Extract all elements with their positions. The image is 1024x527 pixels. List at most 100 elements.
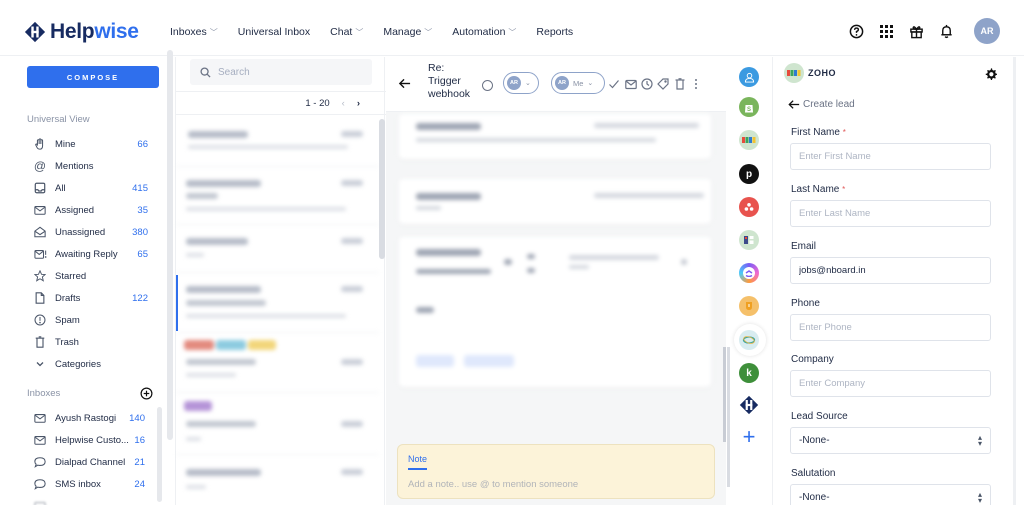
right-panel-scrollbar[interactable]: [1013, 57, 1016, 505]
sidebar-item-awaiting-reply[interactable]: Awaiting Reply 65: [33, 245, 148, 263]
sidebar-item-trash[interactable]: Trash: [33, 333, 148, 351]
sidebar-item-assigned[interactable]: Assigned 35: [33, 201, 148, 219]
contacts-app-icon[interactable]: [739, 67, 759, 87]
inbox-item-dialpad-channel[interactable]: Dialpad Channel 21: [33, 453, 145, 471]
nav-automation-label: Automation: [452, 26, 506, 38]
field-label-text: Lead Source: [791, 411, 848, 422]
nav-automation[interactable]: Automation ﹀: [452, 26, 516, 38]
sidebar-item-all[interactable]: All 415: [33, 179, 148, 197]
bell-icon[interactable]: [938, 23, 954, 39]
field-label-text: Company: [791, 354, 834, 365]
inbox-item-count: 24: [134, 478, 145, 490]
back-to-create-lead[interactable]: Create lead: [788, 99, 855, 110]
inbox-item-ayush-rastogi[interactable]: Ayush Rastogi 140: [33, 409, 145, 427]
conversation-subject: Re: Trigger webhook: [428, 62, 488, 101]
envelope-icon[interactable]: [625, 78, 637, 90]
conversation-item[interactable]: [176, 455, 379, 505]
status-toggle[interactable]: [482, 80, 493, 91]
helpwise-app-icon[interactable]: [739, 395, 759, 415]
compose-button[interactable]: COMPOSE: [27, 66, 159, 88]
nav-chat[interactable]: Chat ﹀: [330, 26, 363, 38]
nav-manage[interactable]: Manage ﹀: [383, 26, 432, 38]
nav-inboxes[interactable]: Inboxes ﹀: [170, 26, 218, 38]
salutation-select[interactable]: -None- ▴ ▾: [790, 484, 991, 505]
sidebar-item-spam[interactable]: Spam: [33, 311, 148, 329]
grid-app-icon[interactable]: [739, 230, 759, 250]
zoho-app-icon[interactable]: [739, 130, 759, 150]
sidebar-item-mine[interactable]: Mine 66: [33, 135, 148, 153]
gift-icon[interactable]: [908, 23, 924, 39]
clock-icon[interactable]: [641, 78, 653, 90]
sidebar-item-drafts[interactable]: Drafts 122: [33, 289, 148, 307]
sidebar-item-starred[interactable]: Starred: [33, 267, 148, 285]
gear-icon[interactable]: [985, 67, 997, 80]
chevron-down-icon: [33, 357, 47, 371]
orange-app-icon[interactable]: [739, 296, 759, 316]
first-name-input[interactable]: [790, 143, 991, 170]
next-page-button[interactable]: ›: [357, 98, 360, 109]
conversation-list-scrollbar[interactable]: [379, 119, 385, 259]
keap-app-icon[interactable]: k: [739, 363, 759, 383]
prev-page-button[interactable]: ‹: [342, 98, 345, 109]
message-card[interactable]: [399, 179, 711, 224]
envelope-icon: [33, 433, 47, 447]
user-avatar[interactable]: AR: [974, 18, 1000, 44]
sidebar-item-mentions[interactable]: @ Mentions: [33, 157, 148, 175]
chat-bubble-icon: [33, 455, 47, 469]
conversation-item[interactable]: [176, 167, 379, 225]
company-input[interactable]: [790, 370, 991, 397]
last-name-label: Last Name *: [791, 184, 845, 195]
helpwise-logo[interactable]: Helpwise: [24, 20, 139, 44]
shopify-app-icon[interactable]: S: [739, 97, 759, 117]
help-icon[interactable]: [848, 23, 864, 39]
inboxes-scrollbar[interactable]: [157, 407, 162, 502]
conversation-item[interactable]: [176, 225, 379, 273]
inbox-item-helpwise-customer[interactable]: Helpwise Custo... 16: [33, 431, 145, 449]
conversation-item[interactable]: [176, 393, 379, 455]
search-box[interactable]: [190, 59, 372, 85]
nav-universal-inbox[interactable]: Universal Inbox: [238, 26, 310, 38]
zoho-title: ZOHO: [808, 68, 836, 78]
note-tab[interactable]: Note: [408, 454, 428, 470]
rail-scrollbar[interactable]: [727, 347, 730, 487]
message-scrollbar[interactable]: [723, 347, 726, 442]
tag-icon[interactable]: [657, 78, 669, 90]
pipedrive-app-icon[interactable]: p: [739, 164, 759, 184]
owner-label: Me: [573, 78, 584, 88]
note-input[interactable]: [408, 479, 698, 490]
ring-app-icon[interactable]: [739, 330, 759, 350]
sidebar-item-label: All: [55, 182, 66, 194]
field-label-text: Phone: [791, 298, 820, 309]
trash-icon[interactable]: [674, 78, 686, 90]
apps-grid-icon[interactable]: [878, 23, 894, 39]
conversation-item[interactable]: [176, 117, 379, 167]
back-arrow-icon[interactable]: [398, 77, 412, 91]
sidebar-scrollbar[interactable]: [167, 50, 173, 440]
message-card-expanded[interactable]: [399, 237, 711, 387]
conversation-item[interactable]: [176, 333, 379, 393]
inbox-item-sms-inbox[interactable]: SMS inbox 24: [33, 475, 145, 493]
sidebar-item-unassigned[interactable]: Unassigned 380: [33, 223, 148, 241]
add-integration-icon[interactable]: +: [739, 424, 759, 449]
last-name-input[interactable]: [790, 200, 991, 227]
clickup-app-icon[interactable]: [739, 263, 759, 283]
check-icon[interactable]: [608, 78, 620, 90]
search-input[interactable]: [218, 66, 358, 78]
inbox-tray-icon: [33, 181, 47, 195]
lead-source-select[interactable]: -None- ▴ ▾: [790, 427, 991, 454]
phone-input[interactable]: [790, 314, 991, 341]
create-lead-title: Create lead: [803, 99, 855, 110]
asana-app-icon[interactable]: [739, 197, 759, 217]
email-input[interactable]: [790, 257, 991, 284]
nav-reports[interactable]: Reports: [536, 26, 573, 38]
back-arrow-icon: [788, 100, 800, 109]
owner-dropdown[interactable]: AR Me ⌄: [551, 72, 605, 94]
at-icon: @: [33, 159, 47, 173]
more-options-icon[interactable]: [690, 78, 702, 90]
assignee-dropdown[interactable]: AR ⌄: [503, 72, 539, 94]
inbox-item-partial[interactable]: [33, 497, 145, 505]
add-inbox-icon[interactable]: [140, 387, 153, 400]
sidebar-item-categories[interactable]: Categories: [33, 355, 148, 373]
conversation-item-active[interactable]: [176, 273, 379, 333]
message-card[interactable]: [399, 114, 711, 159]
